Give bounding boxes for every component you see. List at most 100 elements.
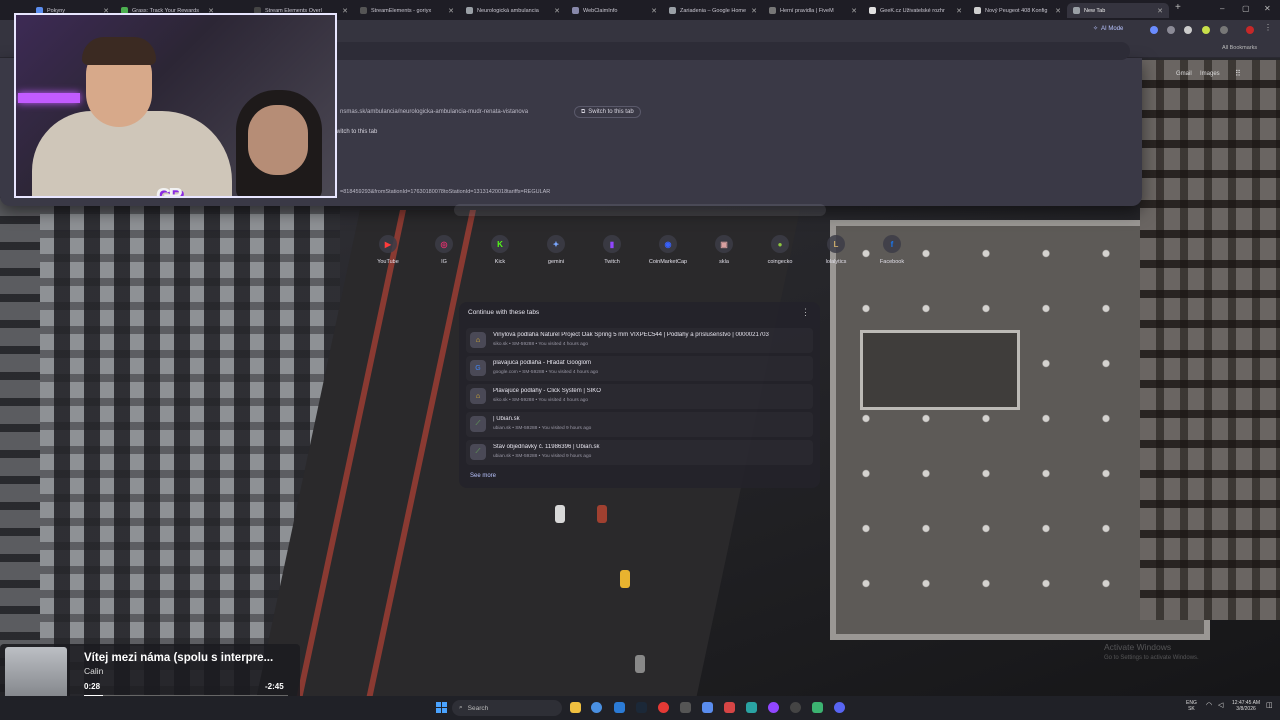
- facebook-icon: f: [883, 235, 901, 253]
- maximize-icon[interactable]: ▢: [1242, 4, 1250, 13]
- shortcut-gemini[interactable]: ✦ gemini: [528, 235, 584, 265]
- images-link[interactable]: Images: [1200, 71, 1220, 77]
- tab-item[interactable]: Herní pravidla | FiveM ✕: [763, 3, 863, 18]
- tab-item[interactable]: GeeK.cz Uživatelské rozhr ✕: [863, 3, 968, 18]
- file-explorer-icon[interactable]: [570, 702, 581, 713]
- apps-grid-icon[interactable]: ⠿: [1235, 69, 1241, 78]
- menu-kebab-icon[interactable]: ⋮: [1264, 23, 1272, 32]
- switch-to-tab-button[interactable]: ⧉ Switch to this tab: [574, 106, 641, 118]
- track-artist: Calin: [84, 666, 104, 676]
- profile-avatar-icon[interactable]: [1246, 26, 1254, 34]
- track-title: Vítej mezi náma (spolu s interpre...: [84, 652, 274, 664]
- chrome-icon[interactable]: [591, 702, 602, 713]
- close-icon[interactable]: ✕: [448, 7, 454, 15]
- search-icon: ⌕: [459, 704, 463, 711]
- current-time: 0:28: [84, 682, 101, 691]
- shortcut-coinmarketcap[interactable]: ◉ CoinMarketCap: [640, 235, 696, 265]
- continue-tab-row[interactable]: ⌂ Plávajúce podlahy - Click Systém | SIKO…: [466, 384, 813, 409]
- shortcut-youtube[interactable]: ▶ YouTube: [360, 235, 416, 265]
- tab-item[interactable]: StreamElements - goriyx ✕: [354, 3, 460, 18]
- app-icon[interactable]: [680, 702, 691, 713]
- tab-item[interactable]: WebClaimInfo ✕: [566, 3, 663, 18]
- app-icon[interactable]: [702, 702, 713, 713]
- suggestion-url[interactable]: nsmas.sk/ambulancia/neurologicka-ambulan…: [340, 109, 528, 115]
- omnibox-input[interactable]: [330, 42, 1130, 60]
- skla-icon: ▣: [715, 235, 733, 253]
- streamer-person: [248, 105, 308, 175]
- app-icon[interactable]: [724, 702, 735, 713]
- close-icon[interactable]: ✕: [651, 7, 657, 15]
- network-icon[interactable]: ◠: [1206, 702, 1212, 709]
- extension-icon[interactable]: [1167, 26, 1175, 34]
- twitch-icon: ▮: [603, 235, 621, 253]
- tab-favicon-icon: [466, 7, 473, 14]
- wallpaper-rooftop-structure: [860, 330, 1020, 410]
- minimize-icon[interactable]: –: [1220, 4, 1224, 13]
- shortcut-facebook[interactable]: f Facebook: [864, 235, 920, 265]
- wallpaper-car: [555, 505, 565, 523]
- extensions-puzzle-icon[interactable]: [1220, 26, 1228, 34]
- ai-sparkle-icon: ✧: [1093, 26, 1099, 32]
- shortcut-kick[interactable]: K Kick: [472, 235, 528, 265]
- ntp-search-box[interactable]: [454, 204, 826, 216]
- switch-to-tab-button[interactable]: Switch to this tab: [330, 126, 383, 138]
- shortcut-skla[interactable]: ▣ skla: [696, 235, 752, 265]
- tab-item-active[interactable]: New Tab ✕: [1067, 3, 1169, 18]
- close-icon[interactable]: ✕: [851, 7, 857, 15]
- shortcut-lolalytics[interactable]: Llolalytics: [808, 235, 864, 265]
- window-close-icon[interactable]: ✕: [1264, 4, 1271, 13]
- continue-tab-row[interactable]: ⟋ | Ubian.sk ubian.sk • SM-59288 • You vis…: [466, 412, 813, 437]
- app-icon[interactable]: [746, 702, 757, 713]
- tab-item[interactable]: Zariadenia – Google Home ✕: [663, 3, 763, 18]
- app-icon[interactable]: [658, 702, 669, 713]
- suggestion-url[interactable]: =818459293&fromStationId=17630180078toSt…: [340, 189, 550, 195]
- discord-icon[interactable]: [834, 702, 845, 713]
- start-button-icon[interactable]: [436, 702, 447, 713]
- continue-tab-row[interactable]: ⌂ Vinylová podlaha Naturel Project Oak Sp…: [466, 328, 813, 353]
- close-icon[interactable]: ✕: [554, 7, 560, 15]
- notification-icon[interactable]: ◫: [1266, 702, 1273, 709]
- instagram-icon: ◎: [435, 235, 453, 253]
- remaining-time: -2:45: [265, 682, 284, 691]
- ai-mode-button[interactable]: ✧ AI Mode: [1093, 25, 1123, 33]
- all-bookmarks-button[interactable]: All Bookmarks: [1222, 45, 1257, 51]
- close-icon[interactable]: ✕: [956, 7, 962, 15]
- close-icon[interactable]: ✕: [342, 7, 348, 15]
- see-more-link[interactable]: See more: [470, 473, 496, 479]
- tab-icon: ⧉: [581, 108, 586, 115]
- extension-icon[interactable]: [1184, 26, 1192, 34]
- close-icon[interactable]: ✕: [751, 7, 757, 15]
- extension-icon[interactable]: [1202, 26, 1210, 34]
- gmail-link[interactable]: Gmail: [1176, 71, 1192, 77]
- app-icon[interactable]: [614, 702, 625, 713]
- wallpaper-car: [620, 570, 630, 588]
- continue-tab-row[interactable]: Gplavajuca podlaha - Hľadať Googlom googl…: [466, 356, 813, 381]
- close-icon[interactable]: ✕: [1157, 7, 1163, 15]
- taskbar-search[interactable]: ⌕ Search: [452, 700, 562, 716]
- gemini-icon: ✦: [547, 235, 565, 253]
- tab-favicon-icon: [974, 7, 981, 14]
- clock[interactable]: 12:47:45 AM 3/8/2026: [1232, 700, 1260, 712]
- close-icon[interactable]: ✕: [1055, 7, 1061, 15]
- app-icon[interactable]: [768, 702, 779, 713]
- language-indicator[interactable]: ENG SK: [1186, 700, 1197, 712]
- lolalytics-icon: L: [827, 235, 845, 253]
- siko-icon: ⌂: [470, 388, 486, 404]
- steam-icon[interactable]: [636, 702, 647, 713]
- google-icon: G: [470, 360, 486, 376]
- shortcut-twitch[interactable]: ▮ Twitch: [584, 235, 640, 265]
- desktop: Pokyny ✕ Grass: Track Your Rewards ✕ Strea…: [0, 0, 1280, 720]
- new-tab-icon[interactable]: +: [1175, 2, 1181, 13]
- ubian-icon: ⟋: [470, 416, 486, 432]
- app-icon[interactable]: [812, 702, 823, 713]
- shortcut-instagram[interactable]: ◎ IG: [416, 235, 472, 265]
- card-menu-icon[interactable]: ⋮: [801, 307, 810, 318]
- tab-favicon-icon: [769, 7, 776, 14]
- extension-icon[interactable]: [1150, 26, 1158, 34]
- volume-icon[interactable]: ◁: [1218, 702, 1223, 709]
- tab-item[interactable]: Nový Peugeot 408 Konfig ✕: [968, 3, 1067, 18]
- shortcut-coingecko[interactable]: ● coingecko: [752, 235, 808, 265]
- tab-item[interactable]: Neurologická ambulancia ✕: [460, 3, 566, 18]
- app-icon[interactable]: [790, 702, 801, 713]
- continue-tab-row[interactable]: ⟋ Stav objednávky č. 11986396 | Ubian.sk u…: [466, 440, 813, 465]
